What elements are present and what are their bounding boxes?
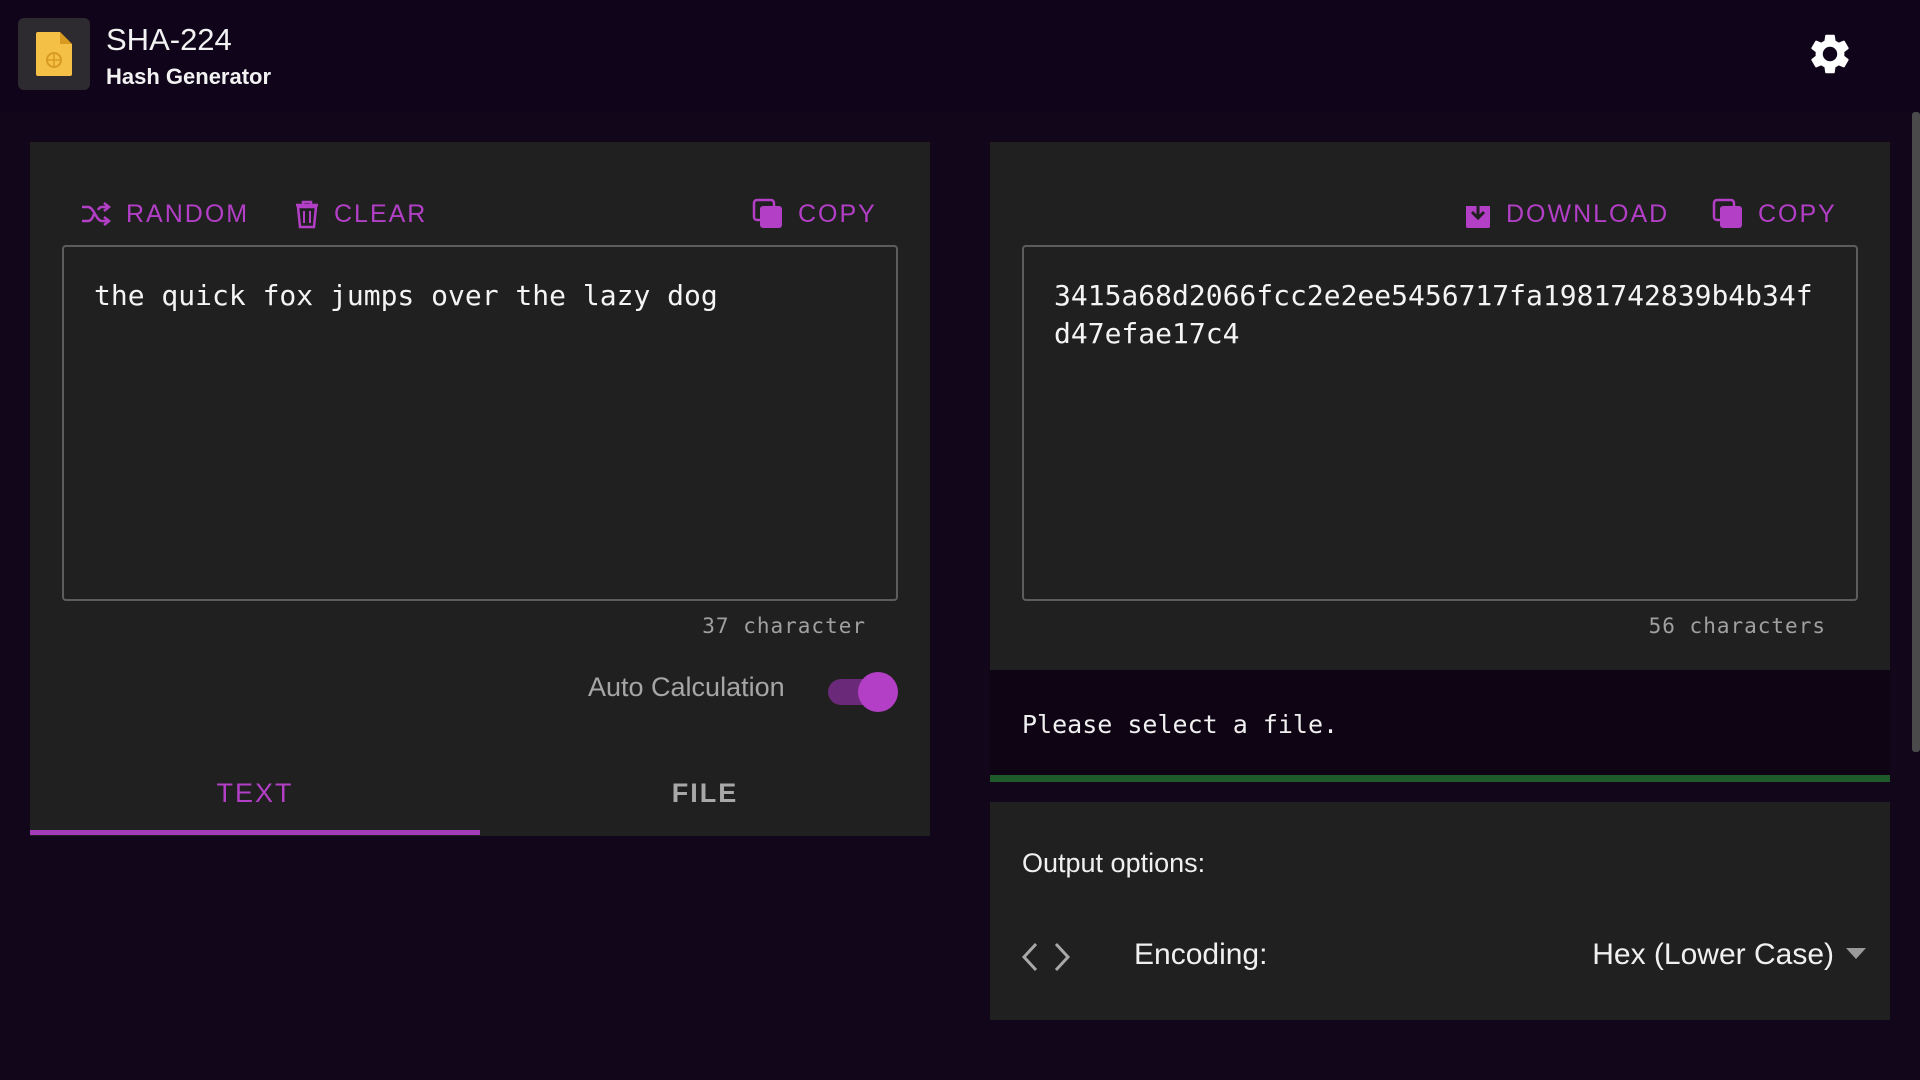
clear-label: CLEAR [334,199,428,228]
random-button[interactable]: RANDOM [80,192,249,236]
encoding-select[interactable]: Hex (Lower Case) [1570,932,1870,982]
copy-label: COPY [798,199,877,228]
auto-calc-toggle[interactable] [826,670,900,714]
output-options-panel: Output options: Encoding: Hex (Lower Cas… [990,802,1890,1020]
code-icon [1020,938,1076,976]
encoding-value: Hex (Lower Case) [1592,938,1834,971]
trash-icon [296,200,318,229]
clear-button[interactable]: CLEAR [294,192,427,236]
random-label: RANDOM [126,199,250,228]
options-title: Output options: [1022,848,1206,878]
output-textarea[interactable]: 3415a68d2066fcc2e2ee5456717fa1981742839b… [1022,245,1858,601]
download-button[interactable]: DOWNLOAD [1464,192,1669,236]
output-panel: DOWNLOAD COPY 3415a68d2066fcc2e2ee545671… [990,142,1890,670]
file-hash-icon [18,18,90,90]
copy-icon [752,198,782,228]
tab-file[interactable]: FILE [480,756,930,830]
page-scrollbar[interactable] [1912,112,1920,752]
download-icon [1466,200,1490,228]
app-subtitle: Hash Generator [106,64,272,89]
file-status-bar: Please select a file. [990,670,1890,782]
status-progress-bar [990,775,1890,782]
encoding-label: Encoding: [1134,938,1268,971]
auto-calc-label: Auto Calculation [588,672,785,702]
input-panel: RANDOM CLEAR COPY the quick fox jumps ov… [30,142,930,836]
input-char-count: 37 character [702,614,866,638]
output-char-count: 56 characters [1648,614,1826,638]
toggle-knob [858,672,898,712]
copy-input-button[interactable]: COPY [752,192,877,236]
tab-text[interactable]: TEXT [30,756,480,830]
gear-icon[interactable] [1806,30,1854,78]
chevron-down-icon [1846,948,1866,959]
app-header: SHA-224 Hash Generator [0,0,1920,112]
active-tab-indicator [30,830,480,835]
download-label: DOWNLOAD [1506,199,1670,228]
shuffle-icon [82,202,112,226]
input-textarea[interactable]: the quick fox jumps over the lazy dog [62,245,898,601]
status-message: Please select a file. [1022,710,1339,739]
copy-output-button[interactable]: COPY [1712,192,1837,236]
copy-icon [1712,198,1742,228]
app-title: SHA-224 [106,22,232,57]
copy-label: COPY [1758,199,1837,228]
